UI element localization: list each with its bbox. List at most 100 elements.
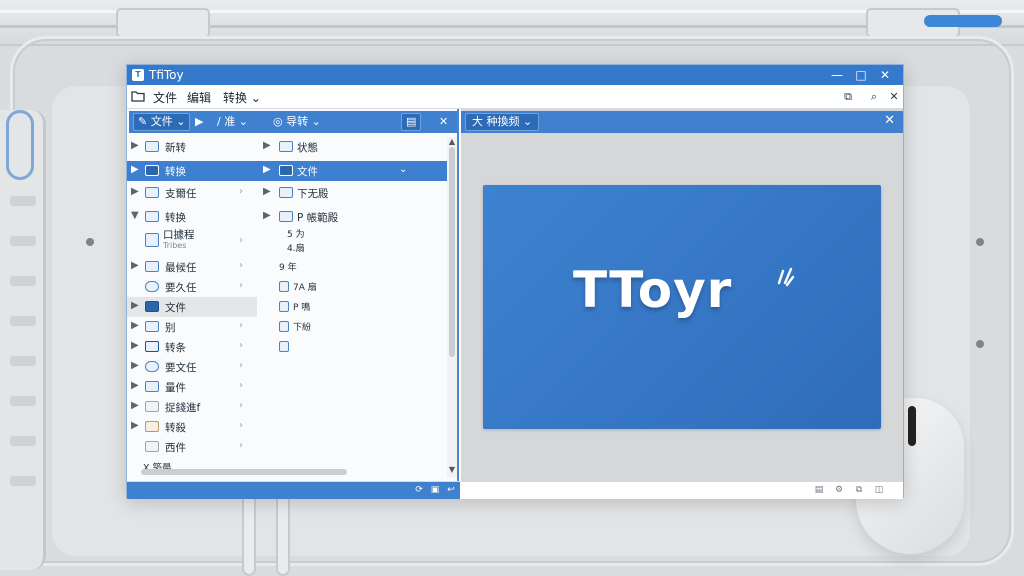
- settings-icon[interactable]: ⚙: [833, 484, 845, 496]
- expand-arrow[interactable]: ▶: [131, 340, 139, 351]
- archive-icon: [145, 421, 159, 432]
- tree-row[interactable]: ▶ 最候任 › 9 年: [127, 257, 447, 277]
- expand-arrow[interactable]: ▶: [131, 186, 139, 197]
- tree-row[interactable]: ▶ 量件 ›: [127, 377, 447, 397]
- expand-arrow[interactable]: ▶: [131, 164, 139, 175]
- folder-icon: [279, 165, 293, 176]
- image-file-icon: [145, 187, 159, 198]
- tree-label: 9 年: [279, 263, 297, 273]
- layout-icon[interactable]: ◫: [873, 484, 885, 496]
- tree-row[interactable]: ▶ 要文任 ›: [127, 357, 447, 377]
- tree-label: 要文任: [165, 362, 197, 374]
- menu-edit[interactable]: 编辑: [187, 89, 211, 106]
- menu-file[interactable]: 文件: [153, 89, 177, 106]
- scrollbar-thumb[interactable]: [141, 469, 347, 475]
- convert-dropdown[interactable]: / 准 ⌄: [213, 113, 252, 131]
- minimize-button[interactable]: —: [825, 66, 849, 84]
- expand-arrow[interactable]: ▶: [131, 400, 139, 411]
- tree-label: 5 为: [287, 230, 305, 240]
- tree-row[interactable]: ▶ 支爾任 › ▶ 下无殿: [127, 183, 447, 203]
- title-bar[interactable]: T TfiToy — □ ✕: [127, 65, 903, 85]
- expand-arrow[interactable]: ▶: [263, 164, 271, 175]
- tree-row-highlighted[interactable]: ▶ 文件: [127, 297, 257, 317]
- tree-row[interactable]: 口據程 Tribes › 5 为 4.扇: [127, 227, 447, 255]
- format-dropdown[interactable]: 大 种換频 ⌄: [465, 113, 540, 131]
- close-icon[interactable]: ✕: [887, 90, 901, 104]
- tree-label: 转换: [165, 166, 186, 178]
- file-icon: [279, 281, 289, 292]
- image-icon[interactable]: ▤: [813, 484, 825, 496]
- tree-label: 支爾任: [165, 188, 197, 200]
- save-icon[interactable]: ▣: [429, 484, 441, 496]
- chevron-right-icon[interactable]: ›: [239, 260, 243, 271]
- expand-arrow[interactable]: ▶: [131, 360, 139, 371]
- tree-row[interactable]: ▶ 转条 ›: [127, 337, 447, 357]
- menu-convert[interactable]: 转换 ⌄: [223, 89, 261, 106]
- chevron-right-icon[interactable]: ›: [239, 420, 243, 431]
- screw: [976, 238, 984, 246]
- expand-arrow[interactable]: ▶: [131, 140, 139, 151]
- crop-icon[interactable]: ⧉: [853, 484, 865, 496]
- tree-row[interactable]: 要久任 › 7A 扇: [127, 277, 447, 297]
- file-tree-pane: ✎ 文件 ⌄ ▶ / 准 ⌄ ◎ 导转 ⌄ ▤ ✕ ▶ 新转 ▶ 状態 ▶ 转换…: [127, 109, 459, 481]
- file-icon: [145, 401, 159, 412]
- expand-arrow[interactable]: ▶: [131, 320, 139, 331]
- export-dropdown[interactable]: ◎ 导转 ⌄: [269, 113, 325, 131]
- expand-arrow[interactable]: ▶: [263, 186, 271, 197]
- vertical-scrollbar[interactable]: ▲ ▼: [447, 137, 457, 477]
- chevron-right-icon[interactable]: ›: [239, 280, 243, 291]
- maximize-button[interactable]: □: [849, 66, 873, 84]
- chevron-right-icon[interactable]: ›: [239, 235, 243, 246]
- chevron-right-icon[interactable]: ›: [239, 340, 243, 351]
- tree-row[interactable]: ▶ 转殺 ›: [127, 417, 447, 437]
- expand-arrow[interactable]: ▶: [263, 140, 271, 151]
- file-icon: [279, 321, 289, 332]
- tree-row-selected[interactable]: ▶ 转换 ▶ 文件 ⌄: [127, 161, 447, 181]
- search-icon[interactable]: ⌕: [867, 90, 881, 104]
- chevron-right-icon[interactable]: ›: [239, 320, 243, 331]
- expand-arrow[interactable]: ▶: [131, 420, 139, 431]
- tree-row[interactable]: ▶ 别 › 下紛: [127, 317, 447, 337]
- close-preview-icon[interactable]: ✕: [884, 113, 895, 128]
- scrollbar-thumb[interactable]: [449, 147, 455, 357]
- tree-label: 量件: [165, 382, 186, 394]
- left-comb: [0, 110, 46, 570]
- tree-label: 转殺: [165, 422, 186, 434]
- chevron-right-icon[interactable]: ›: [239, 440, 243, 451]
- panel-icon[interactable]: ▤: [401, 113, 422, 131]
- chevron-right-icon[interactable]: ›: [239, 400, 243, 411]
- expand-arrow[interactable]: ▶: [131, 300, 139, 311]
- tree-row[interactable]: ▶ 新转 ▶ 状態: [127, 137, 447, 157]
- peg: [276, 486, 290, 576]
- tree-row[interactable]: ▶ 捉錢進f ›: [127, 397, 447, 417]
- expand-arrow[interactable]: ▶: [263, 210, 271, 221]
- play-icon[interactable]: ▶: [191, 113, 207, 131]
- expand-arrow[interactable]: ▶: [131, 380, 139, 391]
- restore-icon[interactable]: ⧉: [841, 90, 855, 104]
- scroll-up-icon[interactable]: ▲: [447, 137, 457, 146]
- tree-row[interactable]: 西件 ›: [127, 437, 447, 457]
- chevron-right-icon[interactable]: ›: [239, 360, 243, 371]
- close-pane-icon[interactable]: ✕: [435, 113, 452, 131]
- tree-row[interactable]: ▼ 转换 ▶ P 帳範殿: [127, 207, 447, 227]
- file-icon: [145, 441, 159, 452]
- expand-arrow[interactable]: ▶: [131, 260, 139, 271]
- expand-arrow[interactable]: ▼: [131, 210, 139, 221]
- chevron-right-icon[interactable]: ›: [239, 380, 243, 391]
- screw: [86, 238, 94, 246]
- chevron-right-icon[interactable]: ›: [239, 186, 243, 197]
- chevron-down-icon[interactable]: ⌄: [399, 164, 407, 175]
- menu-bar: 文件 编辑 转换 ⌄ ⧉ ⌕ ✕: [127, 85, 903, 109]
- horizontal-scrollbar[interactable]: [131, 467, 447, 477]
- file-button[interactable]: ✎ 文件 ⌄: [133, 113, 191, 131]
- app-icon: T: [132, 69, 144, 81]
- refresh-icon[interactable]: ⟳: [413, 484, 425, 496]
- folder-icon: [145, 321, 159, 332]
- back-icon[interactable]: ↩: [445, 484, 457, 496]
- tree-sublabel: Tribes: [163, 241, 187, 250]
- close-button[interactable]: ✕: [873, 66, 897, 84]
- folder-icon[interactable]: [131, 90, 145, 104]
- document-icon: [145, 261, 159, 272]
- scroll-down-icon[interactable]: ▼: [447, 465, 457, 474]
- tree-row[interactable]: P 鳴: [257, 297, 447, 317]
